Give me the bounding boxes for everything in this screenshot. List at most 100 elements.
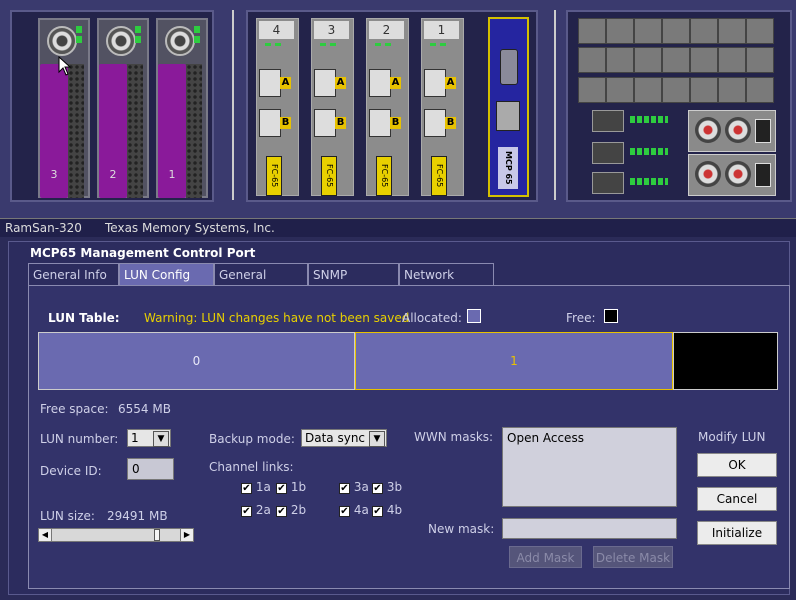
arrow-right-icon[interactable]: ▶ [180, 529, 193, 541]
power-supply-1[interactable] [688, 110, 776, 152]
fan-icon [634, 76, 662, 103]
fan-icon [690, 47, 718, 74]
fan-icon [690, 18, 718, 44]
lun-segment-label: 1 [510, 354, 518, 368]
backup-mode-select[interactable]: Data sync ▼ [301, 429, 387, 447]
fc-card-3[interactable]: 3 A B FC-65 [311, 18, 354, 196]
mcp-card[interactable]: MCP 65 [488, 17, 529, 197]
ok-button[interactable]: OK [697, 453, 777, 477]
channel-2a[interactable]: ✔ 2a [241, 503, 271, 517]
mouse-cursor-icon [58, 56, 72, 76]
status-led-icon [430, 43, 436, 46]
fc-card-label: FC-65 [321, 156, 337, 196]
lun-free-segment [673, 332, 778, 390]
lun-number-label: LUN number: [40, 432, 119, 446]
channel-1a[interactable]: ✔ 1a [241, 480, 271, 494]
delete-mask-button[interactable]: Delete Mask [593, 546, 673, 568]
port-a-label: A [280, 77, 291, 89]
status-led-icon [135, 36, 141, 43]
channel-3a[interactable]: ✔ 3a [339, 480, 369, 494]
power-supply-2[interactable] [688, 154, 776, 196]
arrow-left-icon[interactable]: ◀ [39, 529, 52, 541]
checkbox-checked-icon[interactable]: ✔ [372, 506, 383, 517]
fan-icon [718, 76, 746, 103]
backup-mode-label: Backup mode: [209, 432, 295, 446]
fc-port-a[interactable] [314, 69, 336, 97]
battery-icon [592, 172, 624, 194]
tab-snmp[interactable]: SNMP [308, 263, 399, 285]
panel-title: MCP65 Management Control Port [30, 246, 256, 260]
checkbox-checked-icon[interactable]: ✔ [276, 506, 287, 517]
battery-icon [592, 110, 624, 132]
slider-thumb[interactable] [154, 529, 160, 541]
channel-1b[interactable]: ✔ 1b [276, 480, 306, 494]
checkbox-checked-icon[interactable]: ✔ [276, 483, 287, 494]
channel-3b[interactable]: ✔ 3b [372, 480, 402, 494]
lun-segment-1[interactable]: 1 [355, 332, 673, 390]
fc-card-4[interactable]: 4 A B FC-65 [256, 18, 299, 196]
status-led-icon [320, 43, 326, 46]
channel-label: 3a [353, 480, 369, 494]
status-led-icon [194, 26, 200, 33]
port-b-label: B [390, 117, 401, 129]
checkbox-checked-icon[interactable]: ✔ [241, 483, 252, 494]
channel-4b[interactable]: ✔ 4b [372, 503, 402, 517]
fc-port-a[interactable] [259, 69, 281, 97]
fc-card-1[interactable]: 1 A B FC-65 [421, 18, 464, 196]
wwn-masks-list[interactable]: Open Access [502, 427, 677, 507]
drive-slot-2[interactable]: 2 [97, 18, 149, 198]
drive-knob-icon [165, 26, 195, 56]
lun-number-value: 1 [131, 431, 139, 445]
psu-fan-icon [695, 117, 721, 143]
checkbox-checked-icon[interactable]: ✔ [339, 506, 350, 517]
fc-port-b[interactable] [259, 109, 281, 137]
channel-label: 2b [290, 503, 307, 517]
checkbox-checked-icon[interactable]: ✔ [339, 483, 350, 494]
status-led-icon [265, 43, 271, 46]
fc-card-label: FC-65 [431, 156, 447, 196]
channel-2b[interactable]: ✔ 2b [276, 503, 306, 517]
fc-port-a[interactable] [369, 69, 391, 97]
cancel-button[interactable]: Cancel [697, 487, 777, 511]
drive-number: 3 [50, 168, 58, 181]
fc-card-2[interactable]: 2 A B FC-65 [366, 18, 409, 196]
checkbox-checked-icon[interactable]: ✔ [372, 483, 383, 494]
fan-icon [746, 18, 774, 44]
port-a-label: A [390, 77, 401, 89]
lun-size-value: 29491 MB [107, 509, 168, 523]
channel-4a[interactable]: ✔ 4a [339, 503, 369, 517]
serial-port-icon [500, 49, 518, 85]
drive-slot-1[interactable]: 1 [156, 18, 208, 198]
new-mask-label: New mask: [428, 522, 495, 536]
lun-segment-0[interactable]: 0 [38, 332, 355, 390]
tab-general-config[interactable]: General Config [214, 263, 308, 304]
fc-port-b[interactable] [424, 109, 446, 137]
wwn-mask-item[interactable]: Open Access [507, 431, 584, 445]
mcp-card-label: MCP 65 [498, 147, 518, 189]
lun-size-slider[interactable]: ◀ ▶ [38, 528, 194, 542]
channel-label: 1a [255, 480, 271, 494]
drive-vent [68, 64, 84, 198]
tab-lun-config[interactable]: LUN Config [119, 263, 214, 285]
device-id-field[interactable]: 0 [127, 458, 174, 480]
drive-slot-3[interactable]: 3 [38, 18, 90, 198]
modify-lun-label: Modify LUN [698, 430, 766, 444]
initialize-button[interactable]: Initialize [697, 521, 777, 545]
fc-port-a[interactable] [424, 69, 446, 97]
battery-icon [592, 142, 624, 164]
tab-general-info[interactable]: General Info [28, 263, 119, 285]
ethernet-port-icon [496, 101, 520, 131]
new-mask-input[interactable] [502, 518, 677, 539]
fc-port-b[interactable] [369, 109, 391, 137]
drive-vent [186, 64, 202, 198]
fc-card-number: 4 [259, 21, 294, 39]
lun-number-select[interactable]: 1 ▼ [127, 429, 171, 447]
chassis-divider [232, 10, 234, 200]
battery-level-icon [630, 116, 668, 123]
add-mask-button[interactable]: Add Mask [509, 546, 582, 568]
fc-port-b[interactable] [314, 109, 336, 137]
checkbox-checked-icon[interactable]: ✔ [241, 506, 252, 517]
unsaved-warning: Warning: LUN changes have not been saved [144, 311, 410, 325]
tab-network[interactable]: Network [399, 263, 494, 285]
fan-icon [634, 47, 662, 74]
